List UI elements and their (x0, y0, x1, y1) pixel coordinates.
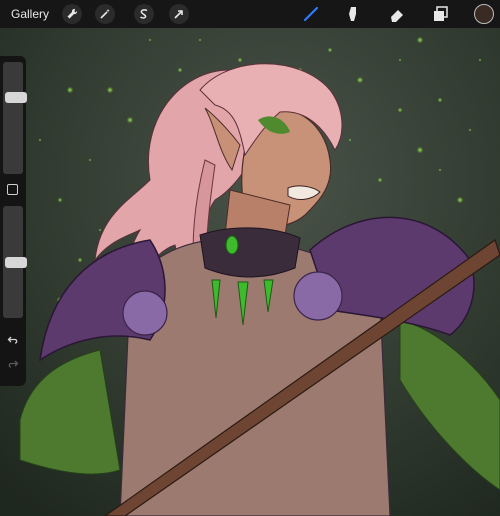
gallery-button[interactable]: Gallery (11, 7, 49, 21)
sparkle (377, 177, 383, 183)
sparkle (438, 168, 442, 172)
wrench-icon[interactable] (62, 4, 82, 24)
sparkle (106, 86, 114, 94)
sparkle (148, 38, 152, 42)
color-picker-button[interactable] (474, 4, 494, 24)
brush-size-thumb[interactable] (5, 92, 27, 104)
brush-size-slider[interactable] (3, 62, 27, 174)
transform-arrow-icon[interactable] (169, 4, 189, 24)
sparkle (416, 146, 424, 154)
layers-icon[interactable] (430, 4, 452, 24)
sparkle (98, 228, 102, 232)
top-toolbar: Gallery (0, 0, 500, 28)
opacity-thumb[interactable] (5, 256, 27, 268)
redo-icon[interactable] (5, 356, 21, 372)
sparkle (57, 197, 63, 203)
shoulder-flower-right (293, 271, 343, 321)
sparkle (397, 107, 403, 113)
sparkle (356, 76, 364, 84)
sparkle (126, 116, 134, 124)
sparkle (416, 36, 424, 44)
square-icon[interactable] (7, 184, 18, 195)
selection-s-icon[interactable] (134, 4, 154, 24)
sparkle (237, 57, 243, 63)
sparkle (198, 38, 202, 42)
eraser-icon[interactable] (386, 4, 408, 24)
smudge-icon[interactable] (342, 4, 364, 24)
opacity-slider[interactable] (3, 206, 27, 318)
shoulder-flower-left (122, 290, 168, 336)
sparkle (468, 128, 472, 132)
sparkle (327, 47, 333, 53)
brush-icon[interactable] (300, 4, 322, 24)
collar (199, 227, 301, 278)
sparkle (77, 257, 83, 263)
sparkle (478, 58, 482, 62)
magic-wand-icon[interactable] (95, 4, 115, 24)
left-sidebar (0, 56, 27, 386)
undo-icon[interactable] (5, 332, 21, 348)
drawing-canvas[interactable] (0, 0, 500, 516)
sparkle (437, 97, 443, 103)
sparkle (348, 138, 352, 142)
sparkle (398, 58, 402, 62)
sparkle (456, 196, 464, 204)
sparkle (38, 138, 42, 142)
sparkle (177, 67, 183, 73)
sparkle (88, 158, 92, 162)
sparkle (66, 86, 74, 94)
